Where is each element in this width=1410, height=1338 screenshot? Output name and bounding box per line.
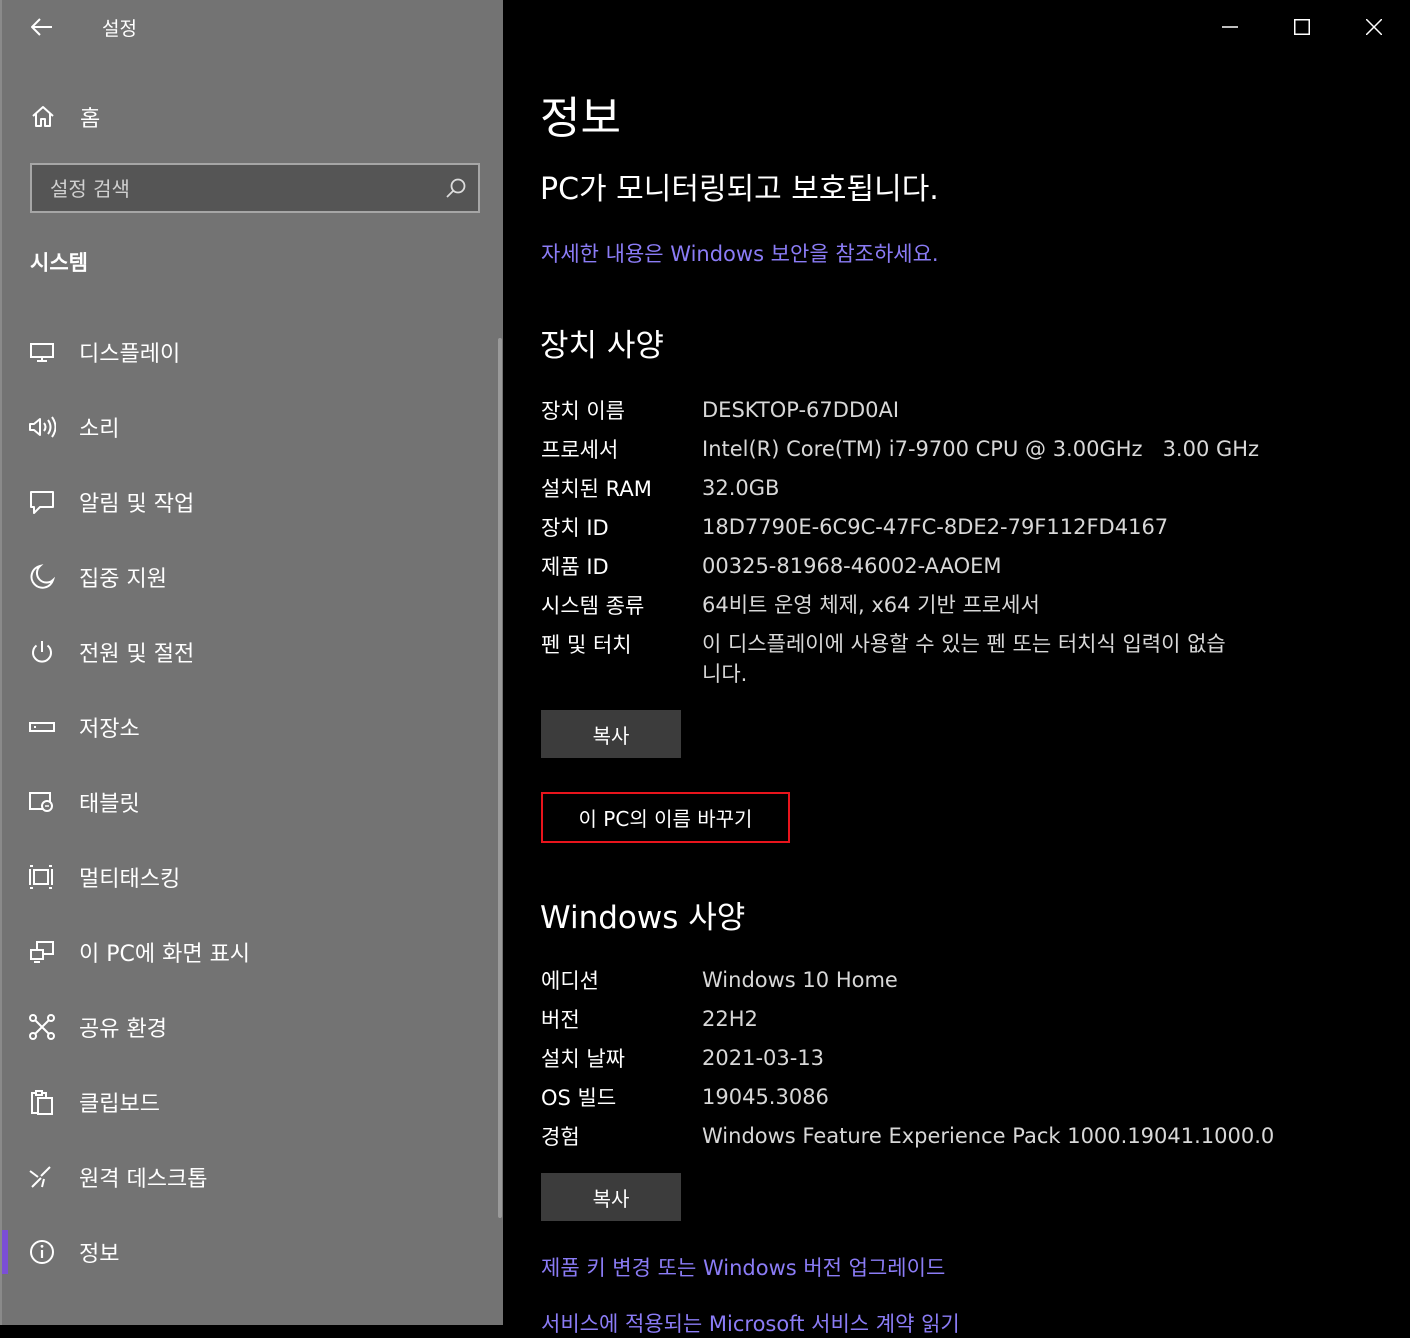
main-content: 정보 PC가 모니터링되고 보호됩니다. 자세한 내용은 Windows 보안을… [503, 0, 1410, 1336]
storage-icon [29, 722, 55, 732]
sidebar-item-label: 저장소 [79, 717, 140, 742]
sidebar-item-label: 소리 [79, 417, 120, 442]
spec-key: 버전 [541, 1008, 580, 1032]
sidebar-item-shared-experiences[interactable]: 공유 환경 [2, 999, 482, 1055]
spec-key: 장치 이름 [541, 399, 625, 423]
shared-experiences-icon [29, 1014, 55, 1040]
sidebar-item-focus-assist[interactable]: 집중 지원 [2, 549, 482, 605]
spec-key: 장치 ID [541, 516, 609, 540]
sidebar-item-clipboard[interactable]: 클립보드 [2, 1074, 482, 1130]
sidebar-item-label: 홈 [80, 107, 101, 132]
sidebar-item-label: 원격 데스크톱 [79, 1167, 208, 1192]
multitasking-icon [29, 865, 53, 889]
power-icon [32, 641, 52, 663]
device-specs-heading: 장치 사양 [540, 328, 664, 364]
sidebar-item-project[interactable]: 이 PC에 화면 표시 [2, 924, 482, 980]
protection-status: PC가 모니터링되고 보호됩니다. [540, 172, 939, 207]
home-icon [32, 106, 54, 127]
tablet-icon [29, 792, 53, 812]
copy-device-specs-button[interactable]: 복사 [541, 710, 681, 758]
spec-value: 18D7790E-6C9C-47FC-8DE2-79F112FD4167 [702, 515, 1169, 539]
sidebar-item-power[interactable]: 전원 및 절전 [2, 624, 482, 680]
upgrade-windows-link[interactable]: 제품 키 변경 또는 Windows 버전 업그레이드 [541, 1252, 945, 1282]
spec-value: 00325-81968-46002-AAOEM [702, 554, 1002, 578]
title-bar: 설정 [2, 0, 505, 54]
app-title: 설정 [102, 18, 137, 40]
notification-icon [30, 491, 54, 514]
sidebar-item-storage[interactable]: 저장소 [2, 699, 482, 755]
back-button[interactable] [24, 10, 60, 44]
project-icon [30, 941, 54, 963]
sidebar-item-display[interactable]: 디스플레이 [2, 324, 482, 380]
spec-value: DESKTOP-67DD0AI [702, 398, 900, 422]
remote-desktop-icon [29, 1166, 51, 1188]
sidebar-item-label: 알림 및 작업 [79, 492, 195, 517]
sidebar-item-home[interactable]: 홈 [2, 92, 482, 138]
sidebar-item-label: 이 PC에 화면 표시 [79, 942, 251, 967]
clipboard-icon [31, 1090, 53, 1115]
sidebar-item-label: 태블릿 [79, 792, 140, 817]
spec-key: OS 빌드 [541, 1086, 617, 1110]
sidebar-scrollbar[interactable] [498, 338, 502, 1218]
spec-key: 경험 [541, 1125, 580, 1149]
display-icon [30, 343, 54, 362]
sidebar-item-notifications[interactable]: 알림 및 작업 [2, 474, 482, 530]
spec-value: Windows 10 Home [702, 968, 898, 992]
spec-value: 32.0GB [702, 476, 780, 500]
spec-value: Intel(R) Core(TM) i7-9700 CPU @ 3.00GHz … [702, 437, 1260, 461]
sidebar-item-label: 클립보드 [79, 1092, 160, 1117]
spec-key: 제품 ID [541, 555, 609, 579]
spec-value: 19045.3086 [702, 1085, 829, 1109]
microsoft-services-agreement-link[interactable]: 서비스에 적용되는 Microsoft 서비스 계약 읽기 [541, 1308, 960, 1338]
back-arrow-icon [31, 18, 52, 36]
spec-key: 펜 및 터치 [541, 633, 632, 657]
copy-windows-specs-button[interactable]: 복사 [541, 1173, 681, 1221]
windows-security-link[interactable]: 자세한 내용은 Windows 보안을 참조하세요. [541, 238, 939, 268]
spec-value: 이 디스플레이에 사용할 수 있는 펜 또는 터치식 입력이 없습니다. [702, 632, 1226, 686]
section-title: 시스템 [30, 251, 88, 275]
sidebar: 설정 홈 시스템 디스플레이 소리 알림 및 작업 집중 지원 전원 및 절전 … [0, 0, 503, 1325]
sidebar-item-remote-desktop[interactable]: 원격 데스크톱 [2, 1149, 482, 1205]
page-title: 정보 [540, 93, 621, 144]
rename-pc-button[interactable]: 이 PC의 이름 바꾸기 [541, 792, 790, 843]
sidebar-item-label: 전원 및 절전 [79, 642, 195, 667]
sidebar-item-sound[interactable]: 소리 [2, 399, 482, 455]
spec-key: 설치된 RAM [541, 477, 652, 501]
search-input[interactable] [32, 165, 452, 213]
windows-specs-heading: Windows 사양 [540, 900, 746, 936]
info-icon [30, 1240, 54, 1264]
sidebar-item-about[interactable]: 정보 [2, 1224, 482, 1280]
spec-value: 22H2 [702, 1007, 758, 1031]
spec-value: Windows Feature Experience Pack 1000.190… [702, 1124, 1275, 1148]
sidebar-item-label: 집중 지원 [79, 567, 167, 592]
sidebar-item-label: 멀티태스킹 [79, 867, 181, 892]
spec-key: 설치 날짜 [541, 1047, 625, 1071]
spec-value: 64비트 운영 체제, x64 기반 프로세서 [702, 593, 1040, 617]
sidebar-item-label: 정보 [79, 1242, 120, 1267]
sidebar-item-label: 공유 환경 [79, 1017, 167, 1042]
search-box[interactable] [30, 163, 480, 213]
moon-icon [30, 564, 56, 589]
spec-key: 에디션 [541, 969, 599, 993]
sidebar-item-label: 디스플레이 [79, 342, 181, 367]
speaker-icon [29, 416, 56, 438]
spec-key: 프로세서 [541, 438, 619, 462]
search-icon[interactable] [444, 176, 468, 200]
sidebar-item-multitasking[interactable]: 멀티태스킹 [2, 849, 482, 905]
active-indicator [2, 1230, 8, 1274]
spec-key: 시스템 종류 [541, 594, 645, 618]
sidebar-item-tablet[interactable]: 태블릿 [2, 774, 482, 830]
spec-value: 2021-03-13 [702, 1046, 825, 1070]
